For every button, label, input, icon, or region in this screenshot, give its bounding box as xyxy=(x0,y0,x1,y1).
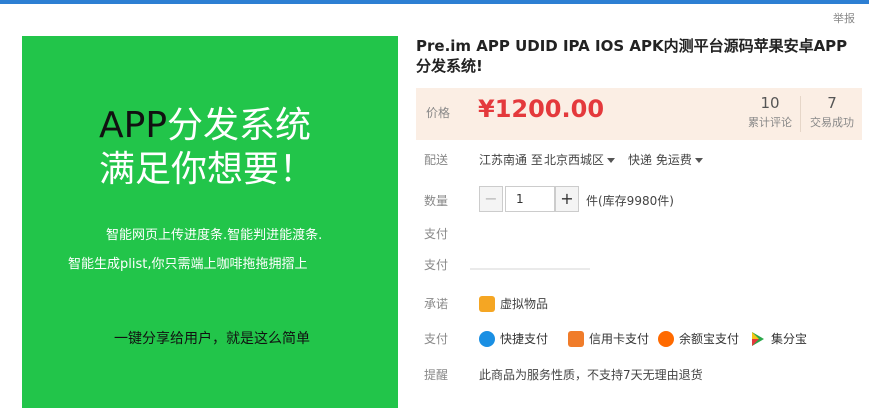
reviews-label: 累计评论 xyxy=(748,116,792,129)
payment-method-jifenbao: 集分宝 xyxy=(750,330,807,347)
chevron-down-icon xyxy=(694,158,703,163)
payment-method-credit: 信用卡支付 xyxy=(568,330,649,347)
reviews-stat[interactable]: 10 累计评论 xyxy=(746,94,794,130)
reminder-text: 此商品为服务性质，不支持7天无理由退货 xyxy=(479,368,703,382)
payment-method-quick: 快捷支付 xyxy=(479,330,548,347)
top-bar xyxy=(0,0,869,4)
yuebao-icon xyxy=(658,331,674,347)
shipping-label: 配送 xyxy=(424,153,449,167)
stat-divider xyxy=(800,96,801,132)
virtual-goods-icon xyxy=(479,296,495,312)
quantity-label: 数量 xyxy=(424,194,449,208)
jifenbao-icon xyxy=(752,332,764,346)
pay-label-1: 支付 xyxy=(424,227,449,241)
report-link[interactable]: 举报 xyxy=(833,10,855,26)
credit-card-icon xyxy=(568,331,584,347)
reminder-label: 提醒 xyxy=(424,368,449,382)
product-image: APP分发系统 满足你想要！ 智能网页上传进度条.智能判进能渡条. 智能生成pl… xyxy=(22,36,398,408)
quantity-plus-button[interactable]: + xyxy=(555,186,579,212)
payment-method-text: 快捷支付 xyxy=(500,332,549,346)
shipping-method-select[interactable]: 快递 免运费 xyxy=(628,151,703,168)
quantity-input[interactable]: 1 xyxy=(505,186,570,212)
reviews-count: 10 xyxy=(760,94,780,112)
promise-label: 承诺 xyxy=(424,297,449,311)
shipping-destination-text: 北京西城区 xyxy=(544,153,605,167)
sales-count: 7 xyxy=(827,94,837,112)
payment-method-yuebao: 余额宝支付 xyxy=(658,330,739,347)
hero-description-2: 智能生成plist,你只需端上咖啡拖拖拥摺上 xyxy=(68,257,308,272)
payment-method-text: 信用卡支付 xyxy=(589,332,650,346)
shipping-method-text: 快递 免运费 xyxy=(628,153,692,167)
sales-stat: 7 交易成功 xyxy=(806,94,858,130)
stock-info: 件(库存9980件) xyxy=(586,194,674,208)
quantity-value: 1 xyxy=(516,192,524,206)
faint-divider xyxy=(470,268,590,270)
hero-description-1: 智能网页上传进度条.智能判进能渡条. xyxy=(106,228,323,243)
payment-label: 支付 xyxy=(424,332,449,346)
hero-tagline: 一键分享给用户，就是这么简单 xyxy=(114,331,310,347)
sales-label: 交易成功 xyxy=(810,116,854,129)
quick-pay-icon xyxy=(479,331,495,347)
shipping-destination-select[interactable]: 北京西城区 xyxy=(544,151,616,168)
payment-method-text: 余额宝支付 xyxy=(679,332,740,346)
shipping-from: 江苏南通 至 xyxy=(479,153,543,167)
payment-method-text: 集分宝 xyxy=(771,332,808,346)
chevron-down-icon xyxy=(607,158,616,163)
promise-item: 虚拟物品 xyxy=(479,295,548,312)
hero-headline-2: 满足你想要！ xyxy=(99,149,316,190)
quantity-minus-button[interactable]: − xyxy=(479,186,503,212)
price-label: 价格 xyxy=(426,106,451,120)
product-title: Pre.im APP UDID IPA IOS APK内测平台源码苹果安卓APP… xyxy=(416,37,848,75)
price-value: ¥1200.00 xyxy=(478,95,605,123)
promise-item-text: 虚拟物品 xyxy=(500,297,549,311)
price-box: 价格 ¥1200.00 10 累计评论 7 交易成功 xyxy=(416,88,862,140)
pay-label-2: 支付 xyxy=(424,258,449,272)
